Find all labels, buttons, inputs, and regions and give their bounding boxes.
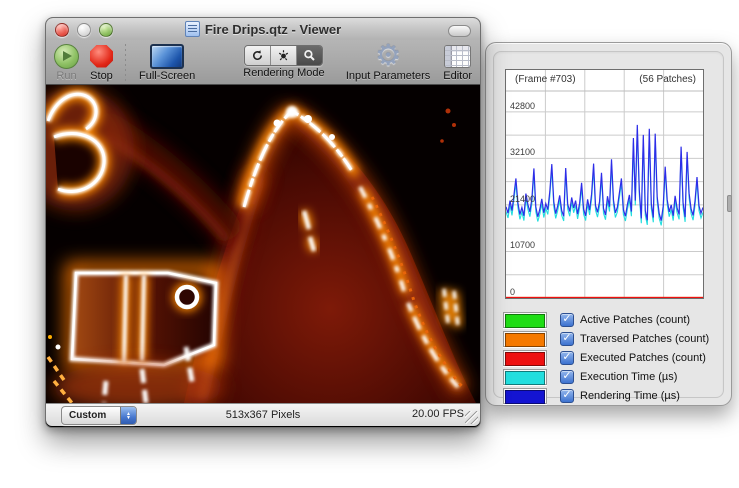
color-well[interactable] — [503, 331, 547, 347]
legend-checkbox[interactable]: ✓ — [560, 389, 574, 403]
close-button[interactable] — [55, 23, 69, 37]
run-button[interactable]: Run — [54, 43, 79, 82]
legend-label: Execution Time (µs) — [580, 371, 677, 383]
stop-label: Stop — [90, 70, 113, 82]
frame-counter-label: (Frame #703) — [515, 74, 576, 85]
zoom-select-value: Custom — [62, 410, 120, 421]
fullscreen-button[interactable]: Full-Screen — [139, 43, 195, 82]
run-label: Run — [56, 70, 76, 82]
legend-row: ✓ Active Patches (count) — [503, 310, 717, 329]
input-parameters-label: Input Parameters — [346, 70, 430, 82]
legend-row: ✓ Traversed Patches (count) — [503, 329, 717, 348]
y-tick-label: 10700 — [510, 240, 535, 250]
y-tick-label: 32100 — [510, 147, 535, 157]
table-icon — [444, 45, 471, 68]
refresh-icon — [251, 49, 264, 62]
minimize-button[interactable] — [77, 23, 91, 37]
statusbar: Custom ▲▼ 513x367 Pixels 20.00 FPS — [46, 403, 480, 426]
play-icon — [54, 44, 79, 69]
window-controls — [55, 23, 113, 37]
rendering-mode-label: Rendering Mode — [243, 67, 324, 79]
color-well[interactable] — [503, 350, 547, 366]
stop-icon — [90, 45, 113, 68]
toolbar-separator — [125, 44, 126, 84]
panel-resize-handle[interactable] — [727, 195, 732, 212]
rendering-mode-segments — [244, 45, 323, 66]
zoom-select[interactable]: Custom ▲▼ — [61, 406, 137, 425]
profiler-panel: (Frame #703) (56 Patches) 0 10700 21400 321… — [485, 42, 732, 406]
resize-grip-icon[interactable] — [465, 411, 478, 424]
gear-icon: ⚙ — [375, 43, 401, 69]
legend-label: Traversed Patches (count) — [580, 333, 709, 345]
screen-icon — [150, 44, 184, 69]
profiler-panel-frame: (Frame #703) (56 Patches) 0 10700 21400 321… — [493, 51, 724, 398]
desktop: (Frame #703) (56 Patches) 0 10700 21400 321… — [0, 0, 739, 488]
legend: ✓ Active Patches (count) ✓ Traversed Patche… — [503, 310, 717, 405]
toolbar: Run Stop Full-Screen — [46, 40, 480, 85]
profiler-dot-icon — [277, 49, 290, 62]
window-title: Fire Drips.qtz - Viewer — [205, 22, 341, 37]
titlebar[interactable]: Fire Drips.qtz - Viewer — [46, 18, 480, 40]
toolbar-toggle-pill[interactable] — [448, 25, 471, 37]
fire-render — [46, 85, 480, 403]
stop-button[interactable]: Stop — [90, 43, 113, 82]
patch-count-label: (56 Patches) — [639, 74, 696, 85]
legend-label: Active Patches (count) — [580, 314, 690, 326]
viewer-canvas — [46, 85, 480, 403]
legend-row: ✓ Execution Time (µs) — [503, 367, 717, 386]
legend-row: ✓ Rendering Time (µs) — [503, 386, 717, 405]
window-title-group: Fire Drips.qtz - Viewer — [185, 21, 341, 37]
editor-button[interactable]: Editor — [443, 43, 472, 82]
color-well[interactable] — [503, 388, 547, 404]
editor-label: Editor — [443, 70, 472, 82]
segment-refresh[interactable] — [245, 46, 271, 65]
input-parameters-button[interactable]: ⚙ Input Parameters — [346, 43, 430, 82]
y-tick-label: 0 — [510, 287, 515, 297]
legend-row: ✓ Executed Patches (count) — [503, 348, 717, 367]
legend-checkbox[interactable]: ✓ — [560, 332, 574, 346]
legend-checkbox[interactable]: ✓ — [560, 370, 574, 384]
y-tick-label: 42800 — [510, 101, 535, 111]
profiler-chart: (Frame #703) (56 Patches) 0 10700 21400 321… — [505, 69, 704, 299]
rendering-mode-control: Rendering Mode — [243, 43, 324, 79]
document-icon — [185, 21, 200, 37]
segment-magnifier[interactable] — [297, 46, 322, 65]
fullscreen-label: Full-Screen — [139, 70, 195, 82]
legend-checkbox[interactable]: ✓ — [560, 313, 574, 327]
segment-profiler[interactable] — [271, 46, 297, 65]
legend-checkbox[interactable]: ✓ — [560, 351, 574, 365]
magnifier-icon — [303, 49, 316, 62]
color-well[interactable] — [503, 369, 547, 385]
zoom-button[interactable] — [99, 23, 113, 37]
legend-label: Rendering Time (µs) — [580, 390, 680, 402]
y-tick-label: 21400 — [510, 194, 535, 204]
profiler-chart-svg — [506, 70, 703, 298]
popup-arrows-icon: ▲▼ — [120, 407, 136, 424]
color-well[interactable] — [503, 312, 547, 328]
fps-counter: 20.00 FPS — [412, 408, 464, 420]
legend-label: Executed Patches (count) — [580, 352, 706, 364]
viewer-window: Fire Drips.qtz - Viewer Run Stop Full-Sc… — [45, 17, 481, 428]
